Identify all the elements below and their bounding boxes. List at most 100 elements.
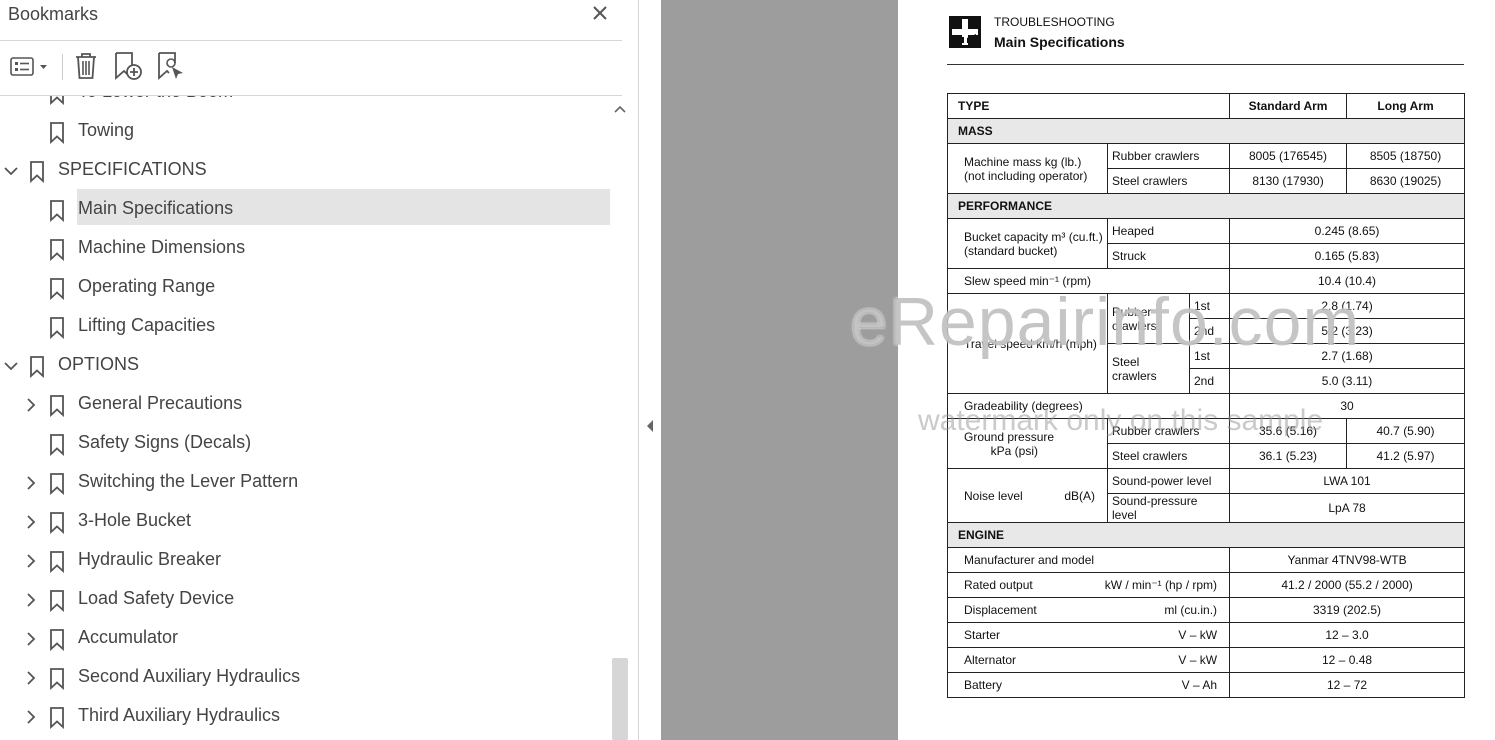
bookmark-icon (29, 161, 45, 184)
engine-spec-name: Battery (964, 678, 1003, 692)
bookmark-icon (49, 473, 65, 496)
travel-rubber-1st: 2.8 (1.74) (1229, 293, 1466, 319)
ground-steel-label: Steel crawlers (1106, 443, 1231, 469)
mass-rubber-long: 8505 (18750) (1346, 143, 1466, 169)
noise-level-label: Noise level (964, 488, 1023, 503)
bookmark-item[interactable]: Lifting Capacities (0, 309, 610, 345)
bookmark-item[interactable]: General Precautions (0, 387, 610, 423)
scroll-up-icon[interactable] (610, 102, 630, 116)
chevron-down-icon[interactable] (2, 162, 20, 180)
gradeability-label: Gradeability (degrees) (946, 393, 1231, 419)
chevron-right-icon[interactable] (22, 630, 40, 648)
bookmark-tree: To Lower the Boom Towing SPECIFICATIONS Mai… (0, 96, 610, 740)
panel-splitter[interactable] (639, 0, 661, 740)
engine-spec-cell: Rated output kW / min⁻¹ (hp / rpm) (946, 572, 1231, 598)
bookmark-item[interactable]: Load Safety Device (0, 582, 610, 618)
bookmark-item[interactable]: Towing (0, 114, 610, 150)
bookmark-item[interactable]: OPTIONS (0, 348, 610, 384)
specifications-table: TYPE Standard Arm Long Arm MASS Machine … (946, 93, 1466, 698)
doc-title: Main Specifications (994, 34, 1125, 50)
bookmark-label: Accumulator (78, 627, 179, 647)
bookmark-icon (49, 395, 65, 418)
bookmark-item[interactable]: 3-Hole Bucket (0, 504, 610, 540)
bookmark-item[interactable]: Second Auxiliary Hydraulics (0, 660, 610, 696)
chevron-right-icon[interactable] (22, 708, 40, 726)
collapse-panel-icon[interactable] (644, 418, 656, 434)
engine-spec-unit: V – kW (1178, 653, 1218, 667)
engine-spec-name: Starter (964, 628, 1001, 642)
toolbar-divider (62, 54, 63, 80)
chevron-right-icon[interactable] (22, 396, 40, 414)
bookmarks-panel: Bookmarks Towing SPECIFICATIONS Main Spe… (0, 0, 639, 740)
engine-spec-cell: Starter V – kW (946, 622, 1231, 648)
scrollbar[interactable] (610, 96, 630, 740)
travel-steel-1st: 2.7 (1.68) (1229, 343, 1466, 369)
engine-spec-unit: kW / min⁻¹ (hp / rpm) (1104, 578, 1218, 592)
engine-spec-name: Rated output (964, 578, 1033, 592)
chevron-right-icon[interactable] (22, 474, 40, 492)
delete-bookmark-button[interactable] (70, 48, 102, 84)
engine-spec-value: 12 – 72 (1229, 672, 1466, 698)
close-icon[interactable] (592, 2, 608, 26)
bookmark-item[interactable]: SPECIFICATIONS (0, 153, 610, 189)
ground-pressure-label: Ground pressure kPa (psi) (947, 418, 1108, 469)
engine-spec-cell: Manufacturer and model (946, 547, 1231, 573)
engine-row: Displacement ml (cu.in.) 3319 (202.5) (946, 597, 1466, 623)
bookmark-item[interactable]: Safety Signs (Decals) (0, 426, 610, 462)
engine-row: Alternator V – kW 12 – 0.48 (946, 647, 1466, 673)
options-menu-icon (10, 57, 47, 76)
mass-rubber-label: Rubber crawlers (1106, 143, 1231, 169)
struck-label: Struck (1106, 243, 1231, 269)
panel-title: Bookmarks (8, 4, 99, 24)
bookmark-item[interactable]: To Lower the Boom (0, 96, 610, 111)
troubleshooting-logo-icon (949, 16, 981, 48)
engine-spec-cell: Alternator V – kW (946, 647, 1231, 673)
bookmark-item[interactable]: Operating Range (0, 270, 610, 306)
bookmark-item[interactable]: Hydraulic Breaker (0, 543, 610, 579)
bookmark-icon (49, 512, 65, 535)
engine-spec-name: Alternator (964, 653, 1017, 667)
scrollbar-thumb[interactable] (612, 658, 628, 740)
new-bookmark-button[interactable] (110, 48, 146, 84)
ground-rubber-label: Rubber crawlers (1106, 418, 1231, 444)
bookmark-icon (49, 629, 65, 652)
chevron-right-icon[interactable] (22, 591, 40, 609)
slew-speed-label: Slew speed min⁻¹ (rpm) (946, 268, 1231, 294)
bookmark-label: Switching the Lever Pattern (78, 471, 299, 491)
bookmark-icon (49, 590, 65, 613)
bookmark-icon (49, 200, 65, 223)
struck-value: 0.165 (5.83) (1229, 243, 1466, 269)
engine-spec-value: 12 – 3.0 (1229, 622, 1466, 648)
engine-row: Manufacturer and model Yanmar 4TNV98-WTB (946, 547, 1466, 573)
options-menu-button[interactable] (6, 48, 52, 84)
chevron-down-icon[interactable] (2, 357, 20, 375)
bookmark-label: Operating Range (78, 276, 216, 296)
sound-power-value: LWA 101 (1229, 468, 1466, 494)
chevron-right-icon[interactable] (22, 513, 40, 531)
engine-spec-cell: Battery V – Ah (946, 672, 1231, 698)
noise-level-cell: Noise level dB(A) (947, 468, 1108, 523)
engine-spec-unit: ml (cu.in.) (1164, 603, 1218, 617)
chevron-right-icon[interactable] (22, 552, 40, 570)
bookmark-item[interactable]: Switching the Lever Pattern (0, 465, 610, 501)
travel-steel-2nd: 5.0 (3.11) (1229, 368, 1466, 394)
find-bookmark-button[interactable] (153, 48, 189, 84)
bookmark-item[interactable]: Machine Dimensions (0, 231, 610, 267)
bookmark-item[interactable]: Main Specifications (0, 189, 610, 228)
sound-pressure-value: LpA 78 (1229, 493, 1466, 523)
mass-steel-label: Steel crawlers (1106, 168, 1231, 194)
bookmark-icon (49, 96, 65, 106)
ground-steel-long: 41.2 (5.97) (1346, 443, 1466, 469)
bookmark-item[interactable]: Third Auxiliary Hydraulics (0, 699, 610, 735)
bookmark-label: To Lower the Boom (78, 96, 233, 102)
bookmark-label: Safety Signs (Decals) (78, 432, 252, 452)
engine-spec-value: 12 – 0.48 (1229, 647, 1466, 673)
bookmark-icon (49, 668, 65, 691)
engine-row: Starter V – kW 12 – 3.0 (946, 622, 1466, 648)
bookmark-item[interactable]: Accumulator (0, 621, 610, 657)
ground-rubber-standard: 35.6 (5.16) (1229, 418, 1348, 444)
document-page: TROUBLESHOOTING Main Specifications TYPE… (898, 0, 1495, 740)
bookmark-icon (49, 278, 65, 301)
chevron-right-icon[interactable] (22, 669, 40, 687)
bookmark-icon (49, 239, 65, 262)
